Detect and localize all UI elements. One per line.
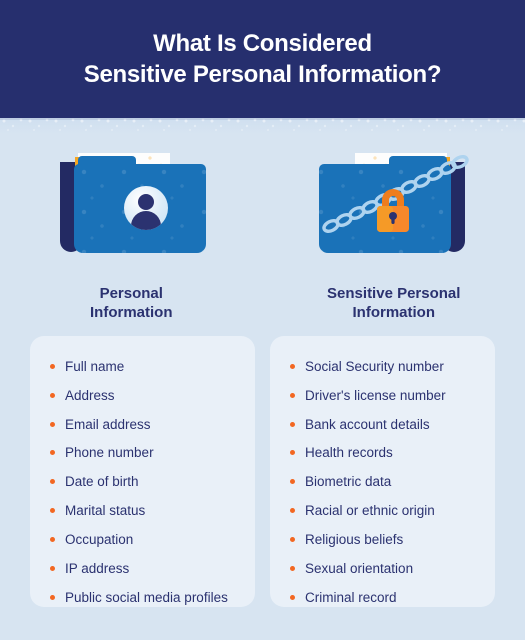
avatar-head [138,193,155,210]
sensitive-information-illustration [263,120,525,280]
bullet-icon [290,421,295,427]
list-item-label: Sexual orientation [305,560,414,576]
column-personal-information: Personal Information Full name Address E… [0,120,263,640]
sensitive-information-list: Social Security number Driver's license … [270,336,495,620]
chain-and-padlock-overlay [322,154,469,233]
list-item: Sexual orientation [290,560,481,578]
list-item: Public social media profiles [50,589,241,607]
list-item-label: Bank account details [305,416,430,432]
bullet-icon [290,479,295,485]
bullet-icon [50,479,55,485]
list-item-label: Email address [65,416,151,432]
list-item: Marital status [50,502,241,520]
personal-information-list: Full name Address Email address Phone nu… [30,336,255,620]
list-item: Health records [290,444,481,462]
column-heading-line-1: Sensitive Personal [327,285,461,302]
list-item: Religious beliefs [290,531,481,549]
list-item: Address [50,387,241,405]
list-item: IP address [50,560,241,578]
list-item-label: Religious beliefs [305,531,404,547]
list-item: Bank account details [290,416,481,434]
header-banner: What Is Considered Sensitive Personal In… [0,0,525,120]
folder-icon [56,148,207,253]
bullet-icon [290,392,295,398]
list-item: Occupation [50,531,241,549]
list-item-label: Marital status [65,503,146,519]
bullet-icon [50,565,55,571]
list-item: Date of birth [50,473,241,491]
bullet-icon [290,536,295,542]
bullet-icon [50,421,55,427]
bullet-icon [50,450,55,456]
list-item-label: Public social media profiles [65,589,228,605]
bullet-icon [50,392,55,398]
list-item-label: IP address [65,560,130,576]
bullet-icon [290,450,295,456]
bullet-icon [50,508,55,514]
bullet-icon [290,364,295,369]
page-title-line-2: Sensitive Personal Information? [83,61,442,88]
list-item-label: Phone number [65,445,154,461]
column-heading-line-1: Personal [99,285,163,302]
bullet-icon [50,364,55,369]
list-item-label: Date of birth [65,474,139,490]
list-item-label: Address [65,387,115,403]
list-item-label: Full name [65,359,125,374]
list-item: Biometric data [290,473,481,491]
list-item: Racial or ethnic origin [290,502,481,520]
list-item-label: Social Security number [305,359,444,374]
list-item-label: Health records [305,445,393,461]
infographic-page: What Is Considered Sensitive Personal In… [0,0,525,640]
bullet-icon [290,508,295,514]
person-avatar-icon [124,185,169,230]
list-item-label: Racial or ethnic origin [305,503,435,519]
list-item-label: Biometric data [305,474,392,490]
bullet-icon [290,594,295,600]
column-heading-line-2: Information [90,304,173,322]
bullet-icon [50,536,55,542]
column-heading-line-2: Information [352,304,436,322]
bullet-icon [290,565,295,571]
page-title-line-1: What Is Considered [153,30,372,58]
folder-front-panel [74,163,207,253]
avatar-body [131,210,162,230]
list-item: Phone number [50,444,241,462]
column-heading-personal: Personal Information [0,284,263,322]
bullet-icon [50,594,55,600]
list-item: Driver's license number [290,387,481,405]
list-item: Criminal record [290,589,481,607]
locked-folder-icon [318,148,469,253]
column-heading-sensitive: Sensitive Personal Information [263,284,525,322]
list-item: Email address [50,416,241,434]
personal-information-illustration [0,120,263,280]
list-item: Full name [50,358,241,376]
list-item-label: Criminal record [305,589,397,605]
column-sensitive-personal-information: Sensitive Personal Information Social Se… [263,120,525,640]
list-item-label: Driver's license number [305,387,446,403]
list-item: Social Security number [290,358,481,376]
comparison-columns: Personal Information Full name Address E… [0,120,525,640]
list-item-label: Occupation [65,531,134,547]
sensitive-information-card: Social Security number Driver's license … [270,336,495,607]
page-title: What Is Considered Sensitive Personal In… [53,29,473,90]
personal-information-card: Full name Address Email address Phone nu… [30,336,255,607]
